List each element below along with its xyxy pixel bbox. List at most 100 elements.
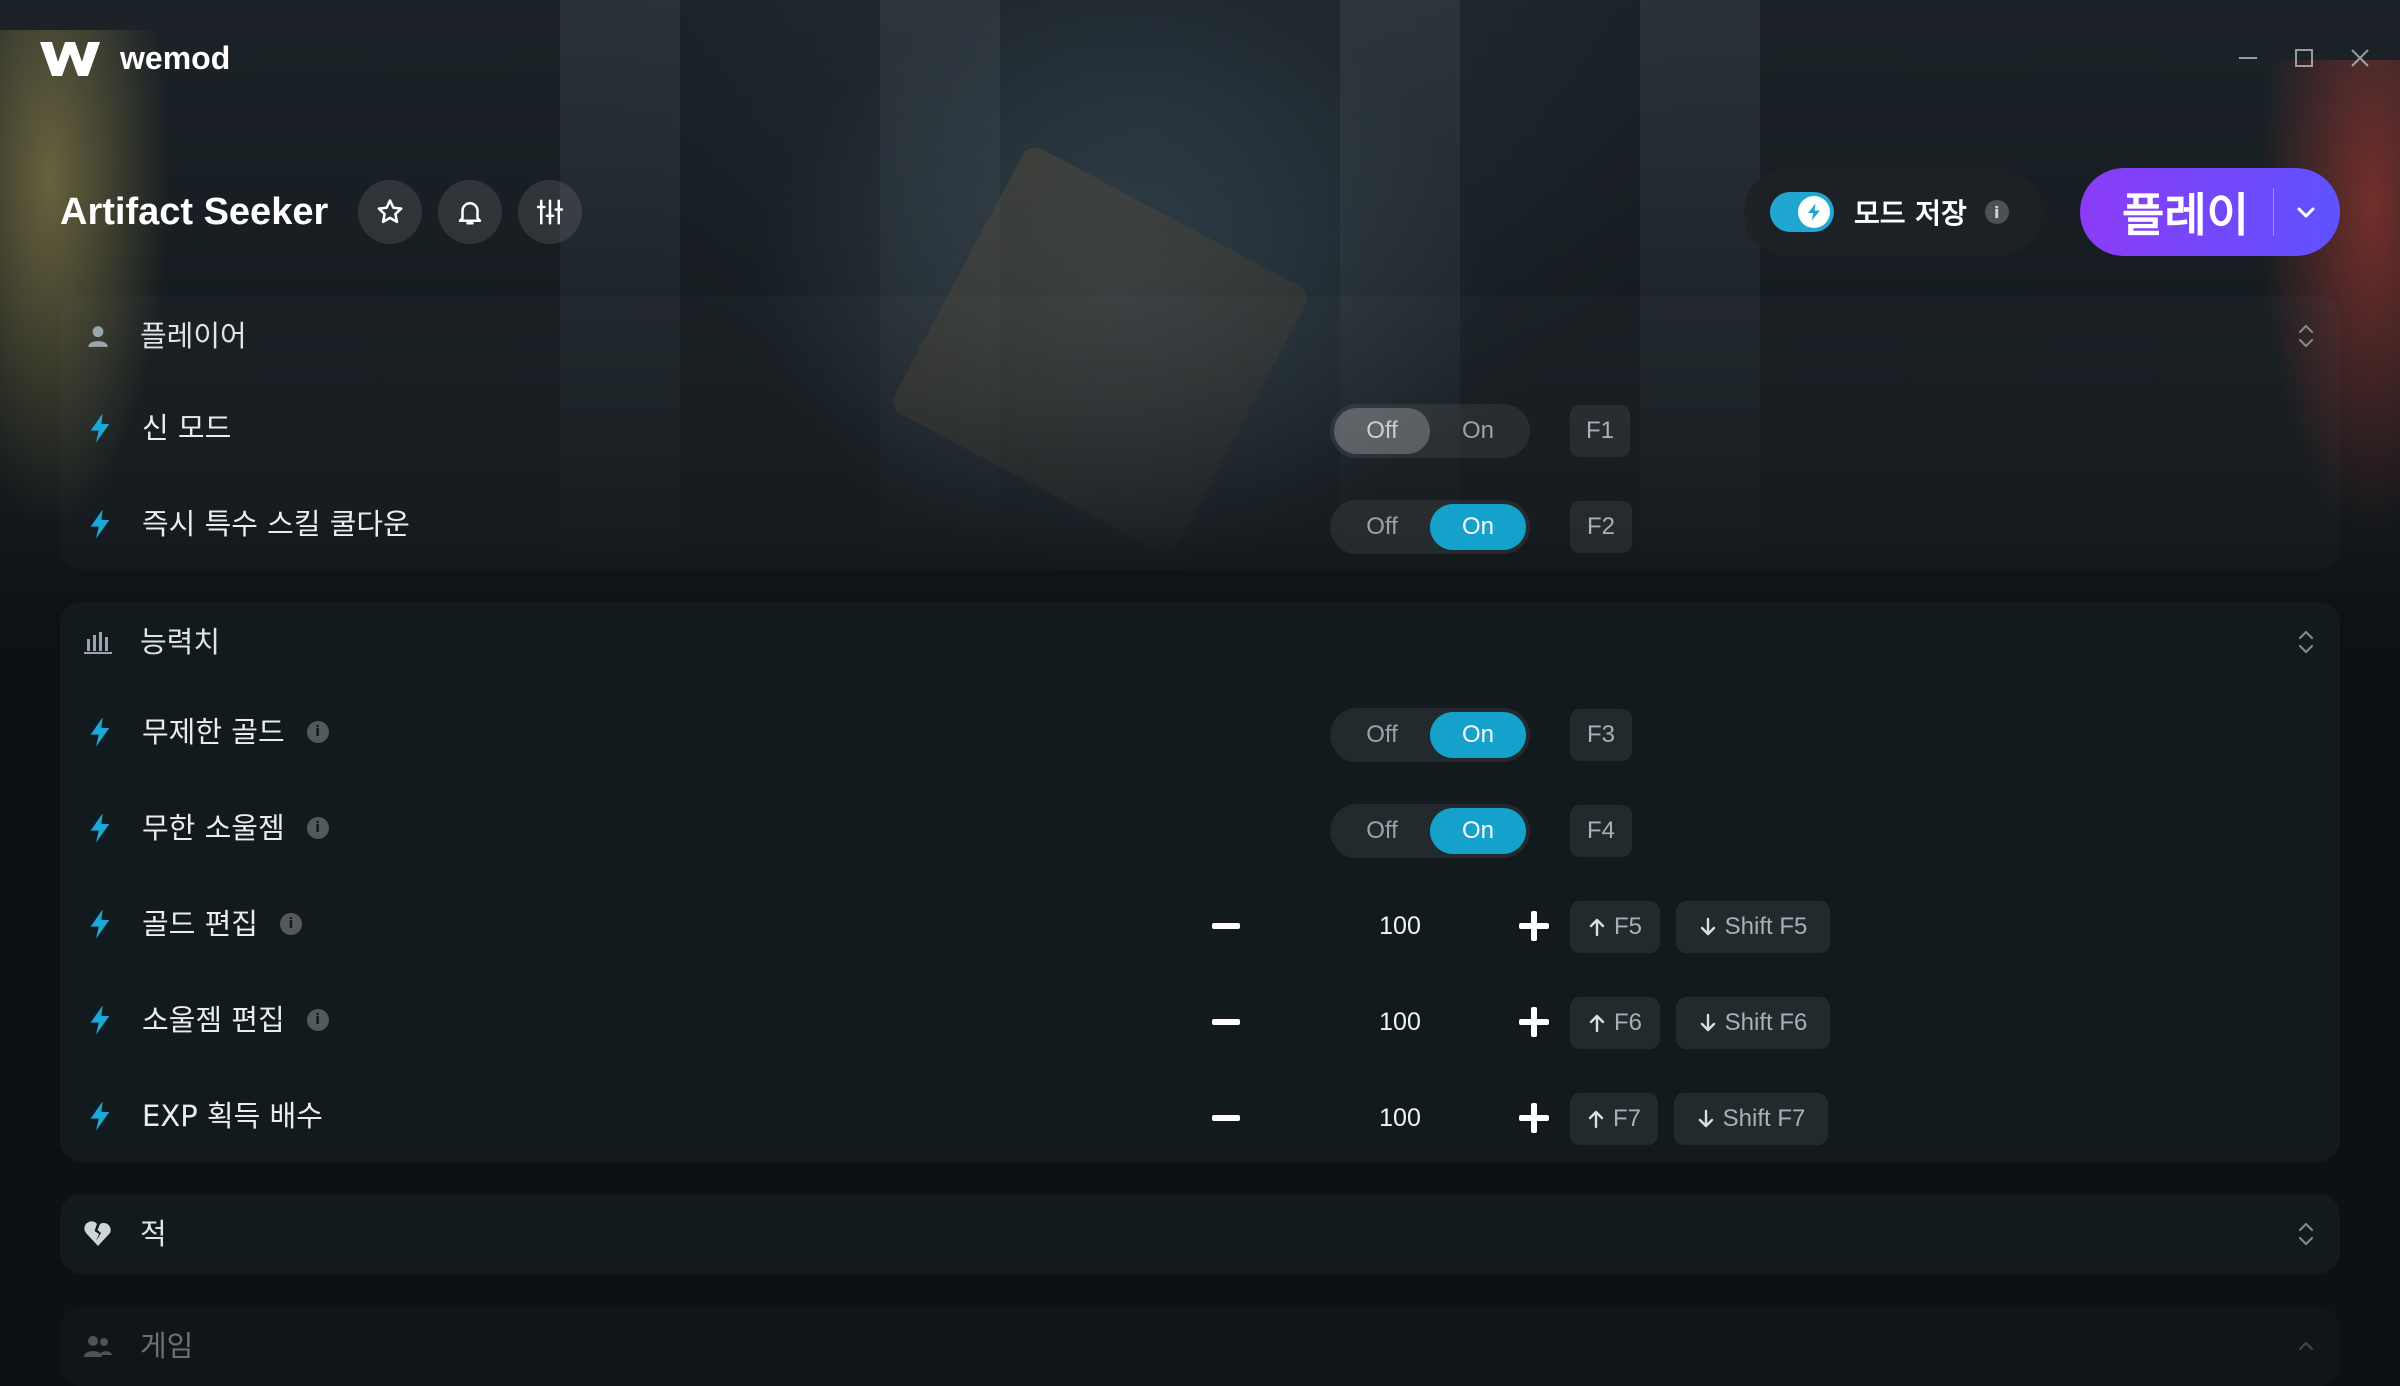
mod-toggle: Off On bbox=[1330, 804, 1530, 858]
broken-heart-icon bbox=[82, 1218, 114, 1250]
value-input[interactable]: 100 bbox=[1360, 1098, 1440, 1138]
hotkey-increase[interactable]: F6 bbox=[1570, 997, 1660, 1049]
section-header[interactable]: 능력치 bbox=[60, 602, 2340, 682]
value-input[interactable]: 100 bbox=[1360, 906, 1440, 946]
hotkey[interactable]: F3 bbox=[1570, 709, 1632, 761]
bolt-icon bbox=[90, 813, 110, 843]
section-stats: 능력치 무제한 골드 i Off On F3 무한 소울젬 i Off On F4 bbox=[60, 602, 2340, 1162]
arrow-down-icon bbox=[1700, 1013, 1715, 1032]
hotkey-increase[interactable]: F5 bbox=[1570, 901, 1660, 953]
brand-name: wemod bbox=[120, 39, 231, 76]
mod-row: 무한 소울젬 i Off On F4 bbox=[60, 780, 2340, 876]
toggle-on-option[interactable]: On bbox=[1430, 408, 1526, 454]
close-icon[interactable] bbox=[2346, 44, 2374, 72]
sliders-icon bbox=[537, 199, 564, 225]
save-mods-label: 모드 저장 bbox=[1854, 197, 1967, 230]
star-icon bbox=[377, 199, 403, 224]
increase-button[interactable] bbox=[1514, 1002, 1554, 1042]
play-button[interactable]: 플레이 bbox=[2080, 168, 2340, 256]
section-header[interactable]: 플레이어 bbox=[60, 296, 2340, 376]
hotkey-decrease[interactable]: Shift F7 bbox=[1674, 1093, 1828, 1145]
section-title: 플레이어 bbox=[140, 319, 247, 353]
toggle-on-option[interactable]: On bbox=[1430, 712, 1526, 758]
bolt-icon bbox=[90, 413, 110, 443]
arrow-down-icon bbox=[1698, 1109, 1713, 1128]
bolt-icon bbox=[90, 717, 110, 747]
hotkey-increase[interactable]: F7 bbox=[1570, 1093, 1658, 1145]
section-game[interactable]: 게임 bbox=[60, 1306, 2340, 1386]
bell-icon bbox=[459, 202, 482, 225]
toggle-off-option[interactable]: Off bbox=[1334, 712, 1430, 758]
toggle-on-option[interactable]: On bbox=[1430, 504, 1526, 550]
mod-label: EXP 획득 배수 bbox=[142, 1099, 323, 1133]
section-title: 게임 bbox=[140, 1329, 194, 1363]
decrease-button[interactable] bbox=[1206, 906, 1246, 946]
game-title: Artifact Seeker bbox=[60, 190, 329, 233]
minus-icon bbox=[1212, 1115, 1240, 1121]
mod-toggle: Off On bbox=[1330, 404, 1530, 458]
hotkey[interactable]: F2 bbox=[1570, 501, 1632, 553]
hotkey[interactable]: F1 bbox=[1570, 405, 1630, 457]
toggle-off-option[interactable]: Off bbox=[1334, 408, 1430, 454]
mod-row: EXP 획득 배수 100 F7 Shift F7 bbox=[60, 1068, 2340, 1164]
mod-row: 무제한 골드 i Off On F3 bbox=[60, 684, 2340, 780]
save-mods-info-icon[interactable]: i bbox=[1984, 200, 2009, 224]
minimize-icon[interactable] bbox=[2234, 44, 2262, 72]
plus-icon bbox=[1519, 911, 1549, 941]
favorite-button[interactable] bbox=[358, 180, 423, 244]
info-icon[interactable]: i bbox=[306, 1009, 329, 1031]
arrow-up-icon bbox=[1588, 1110, 1604, 1129]
plus-icon bbox=[1519, 1103, 1549, 1133]
window-controls bbox=[2234, 44, 2374, 72]
bolt-icon bbox=[1808, 203, 1820, 221]
save-mods-toggle[interactable] bbox=[1770, 192, 1834, 232]
brand: wemod bbox=[38, 36, 230, 80]
mod-label: 신 모드 bbox=[142, 411, 232, 445]
toggle-on-option[interactable]: On bbox=[1430, 808, 1526, 854]
increase-button[interactable] bbox=[1514, 906, 1554, 946]
play-label: 플레이 bbox=[2122, 188, 2249, 242]
mod-label: 무제한 골드 bbox=[142, 715, 285, 749]
increase-button[interactable] bbox=[1514, 1098, 1554, 1138]
mod-label: 즉시 특수 스킬 쿨다운 bbox=[142, 507, 410, 541]
mod-row: 골드 편집 i 100 F5 Shift F5 bbox=[60, 876, 2340, 972]
arrow-up-icon bbox=[1589, 918, 1605, 937]
wemod-logo-icon bbox=[40, 42, 100, 76]
bolt-icon bbox=[90, 1005, 110, 1035]
decrease-button[interactable] bbox=[1206, 1002, 1246, 1042]
mod-label: 소울젬 편집 bbox=[142, 1003, 285, 1037]
bolt-icon bbox=[90, 909, 110, 939]
hotkey-decrease[interactable]: Shift F6 bbox=[1676, 997, 1830, 1049]
mod-row: 신 모드 Off On F1 bbox=[60, 380, 2340, 476]
group-icon bbox=[82, 1330, 114, 1362]
bolt-icon bbox=[90, 1101, 110, 1131]
plus-icon bbox=[1519, 1007, 1549, 1037]
minus-icon bbox=[1212, 1019, 1240, 1025]
chevron-down-icon[interactable] bbox=[2294, 200, 2318, 224]
expand-icon[interactable] bbox=[2294, 1216, 2318, 1252]
value-input[interactable]: 100 bbox=[1360, 1002, 1440, 1042]
arrow-up-icon bbox=[1589, 1014, 1605, 1033]
maximize-icon[interactable] bbox=[2290, 44, 2318, 72]
section-enemy[interactable]: 적 bbox=[60, 1194, 2340, 1274]
collapse-icon[interactable] bbox=[2294, 624, 2318, 660]
bolt-icon bbox=[90, 509, 110, 539]
chevron-up-icon[interactable] bbox=[2294, 1328, 2318, 1364]
decrease-button[interactable] bbox=[1206, 1098, 1246, 1138]
section-title: 능력치 bbox=[140, 625, 221, 659]
toggle-off-option[interactable]: Off bbox=[1334, 504, 1430, 550]
mod-row: 즉시 특수 스킬 쿨다운 Off On F2 bbox=[60, 476, 2340, 572]
collapse-icon[interactable] bbox=[2294, 318, 2318, 354]
hotkey[interactable]: F4 bbox=[1570, 805, 1632, 857]
toggle-off-option[interactable]: Off bbox=[1334, 808, 1430, 854]
info-icon[interactable]: i bbox=[279, 913, 302, 935]
person-icon bbox=[82, 320, 114, 352]
info-icon[interactable]: i bbox=[306, 721, 329, 743]
info-icon[interactable]: i bbox=[306, 817, 329, 839]
arrow-down-icon bbox=[1700, 917, 1715, 936]
game-header: Artifact Seeker bbox=[60, 180, 598, 244]
settings-button[interactable] bbox=[518, 180, 583, 244]
notifications-button[interactable] bbox=[438, 180, 503, 244]
bar-chart-icon bbox=[82, 626, 114, 658]
hotkey-decrease[interactable]: Shift F5 bbox=[1676, 901, 1830, 953]
